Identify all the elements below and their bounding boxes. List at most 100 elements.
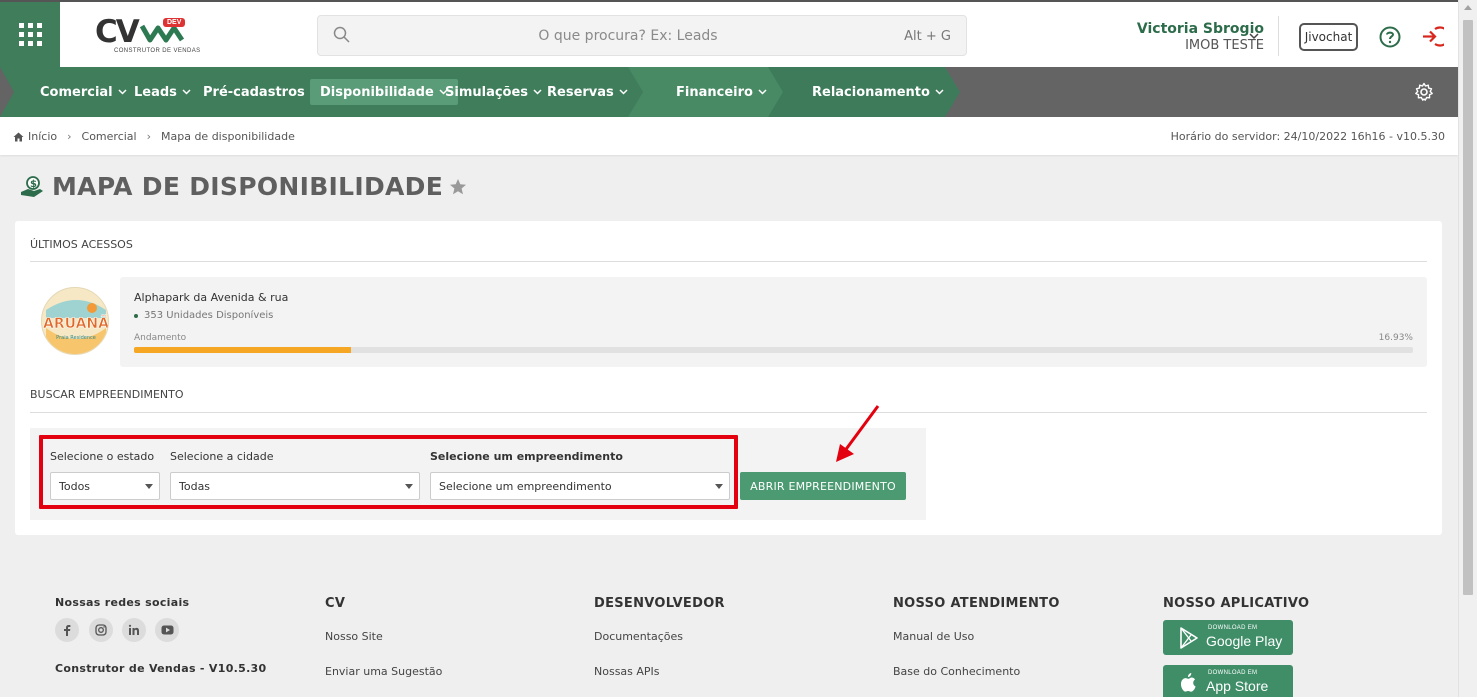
- link-nosso-site[interactable]: Nosso Site: [325, 630, 383, 643]
- chevron-down-icon: [935, 89, 944, 95]
- apple-icon: [1180, 673, 1196, 692]
- state-label: Selecione o estado: [50, 450, 155, 463]
- chevron-down-icon: [758, 89, 767, 95]
- search-input[interactable]: [358, 22, 898, 50]
- dev-heading: DESENVOLVEDOR: [594, 596, 725, 611]
- youtube-icon[interactable]: [155, 618, 179, 642]
- divider: [1278, 16, 1279, 56]
- chevron-down-icon[interactable]: [1248, 31, 1260, 41]
- instagram-icon[interactable]: [89, 618, 113, 642]
- nav-leads[interactable]: Leads: [124, 79, 201, 105]
- chevron-down-icon: [182, 89, 191, 95]
- footer-version: Construtor de Vendas - V10.5.30: [55, 662, 267, 675]
- app-heading: NOSSO APLICATIVO: [1163, 596, 1310, 611]
- city-select-value: Todas: [179, 479, 211, 493]
- progress-fill: [134, 347, 351, 353]
- recent-project-card[interactable]: Alphapark da Avenida & rua 353 Unidades …: [120, 277, 1427, 367]
- logo-text: CV: [95, 14, 140, 50]
- help-icon[interactable]: [1379, 26, 1401, 48]
- project-logo-subtext: Praia Residence: [56, 335, 96, 341]
- link-base-conhecimento[interactable]: Base do Conhecimento: [893, 665, 1020, 678]
- project-name: Alphapark da Avenida & rua: [134, 291, 289, 304]
- caret-down-icon: [145, 484, 153, 489]
- nav-label: Simulações: [445, 84, 529, 100]
- top-header: CV DEV CONSTRUTOR DE VENDAS Alt + G Vict…: [0, 0, 1477, 67]
- breadcrumb-comercial[interactable]: Comercial: [82, 130, 137, 143]
- home-icon: [13, 132, 24, 141]
- main-card: ÚLTIMOS ACESSOS ARUANÃ Praia Residence A…: [15, 221, 1442, 535]
- project-units: 353 Unidades Disponíveis: [134, 310, 273, 321]
- nav-label: Pré-cadastros: [203, 84, 305, 100]
- svg-text:$: $: [30, 179, 37, 190]
- logout-icon[interactable]: [1421, 25, 1444, 48]
- star-icon[interactable]: [449, 178, 467, 196]
- logo-subtitle: CONSTRUTOR DE VENDAS: [114, 48, 201, 54]
- nav-label: Leads: [134, 84, 177, 100]
- nav-label: Financeiro: [676, 84, 753, 100]
- app-store-small: DOWNLOAD EM: [1208, 670, 1258, 676]
- project-logo: ARUANÃ Praia Residence: [41, 287, 109, 355]
- apps-menu-button[interactable]: [0, 2, 60, 67]
- page-header: $ MAPA DE DISPONIBILIDADE: [20, 172, 467, 201]
- facebook-icon[interactable]: [55, 618, 79, 642]
- google-play-label: Google Play: [1206, 633, 1283, 649]
- nav-label: Comercial: [40, 84, 113, 100]
- city-select[interactable]: Todas: [170, 472, 420, 500]
- units-text: 353 Unidades Disponíveis: [144, 310, 274, 321]
- scrollbar-thumb[interactable]: [1463, 20, 1473, 595]
- chevron-right-icon: ›: [146, 130, 151, 143]
- progress-bar: [134, 347, 1413, 353]
- logo-dev-badge: DEV: [163, 18, 186, 27]
- state-select-value: Todos: [59, 479, 91, 493]
- logo[interactable]: CV DEV CONSTRUTOR DE VENDAS: [92, 14, 200, 58]
- google-play-button[interactable]: DOWNLOAD EM Google Play: [1163, 620, 1293, 655]
- app-store-button[interactable]: DOWNLOAD EM App Store: [1163, 665, 1293, 697]
- project-select-value: Selecione um empreendimento: [439, 479, 612, 493]
- main-nav: Comercial Leads Pré-cadastros Disponibil…: [0, 67, 1458, 117]
- scrollbar[interactable]: [1458, 0, 1477, 697]
- breadcrumb-home[interactable]: Início: [28, 130, 57, 143]
- open-project-button[interactable]: ABRIR EMPREENDIMENTO: [740, 472, 906, 500]
- link-enviar-sugestao[interactable]: Enviar uma Sugestão: [325, 665, 442, 678]
- jivochat-button[interactable]: Jivochat: [1299, 23, 1358, 51]
- nav-relacionamento[interactable]: Relacionamento: [802, 79, 954, 105]
- google-play-icon: [1180, 627, 1198, 649]
- link-documentacoes[interactable]: Documentações: [594, 630, 683, 643]
- nav-financeiro[interactable]: Financeiro: [666, 79, 777, 105]
- divider: [30, 261, 1427, 262]
- scroll-up-icon[interactable]: [1464, 5, 1472, 10]
- breadcrumb-current: Mapa de disponibilidade: [161, 130, 295, 143]
- social-heading: Nossas redes sociais: [55, 596, 190, 609]
- global-search[interactable]: Alt + G: [317, 15, 967, 56]
- progress-percent: 16.93%: [1378, 333, 1413, 343]
- gear-icon[interactable]: [1414, 82, 1434, 102]
- project-logo-image: ARUANÃ Praia Residence: [42, 288, 109, 354]
- nav-label: Relacionamento: [812, 84, 930, 100]
- divider: [30, 412, 1427, 413]
- state-select[interactable]: Todos: [50, 472, 160, 500]
- project-label: Selecione um empreendimento: [430, 450, 623, 463]
- link-nossas-apis[interactable]: Nossas APIs: [594, 665, 660, 678]
- search-heading: BUSCAR EMPREENDIMENTO: [30, 388, 184, 401]
- cv-heading: CV: [325, 596, 346, 611]
- nav-comercial[interactable]: Comercial: [30, 79, 137, 105]
- user-name: Victoria Sbrogio: [1136, 21, 1264, 37]
- app-store-label: App Store: [1206, 678, 1269, 694]
- project-select[interactable]: Selecione um empreendimento: [430, 472, 730, 500]
- recent-heading: ÚLTIMOS ACESSOS: [30, 238, 133, 251]
- google-play-small: DOWNLOAD EM: [1208, 625, 1258, 631]
- caret-down-icon: [405, 484, 413, 489]
- grid-icon: [18, 23, 42, 46]
- status-dot: [134, 313, 138, 318]
- user-menu[interactable]: Victoria Sbrogio IMOB TESTE: [1137, 21, 1264, 53]
- linkedin-icon[interactable]: [122, 618, 146, 642]
- nav-simulacoes[interactable]: Simulações: [435, 79, 552, 105]
- project-logo-text: ARUANÃ: [43, 315, 109, 332]
- link-manual-de-uso[interactable]: Manual de Uso: [893, 630, 974, 643]
- money-hand-icon: $: [21, 175, 43, 197]
- nav-reservas[interactable]: Reservas: [537, 79, 638, 105]
- annotation-arrow: [836, 405, 880, 462]
- search-shortcut: Alt + G: [904, 29, 951, 44]
- user-company: IMOB TESTE: [1185, 38, 1264, 53]
- nav-pre-cadastros[interactable]: Pré-cadastros: [193, 79, 329, 105]
